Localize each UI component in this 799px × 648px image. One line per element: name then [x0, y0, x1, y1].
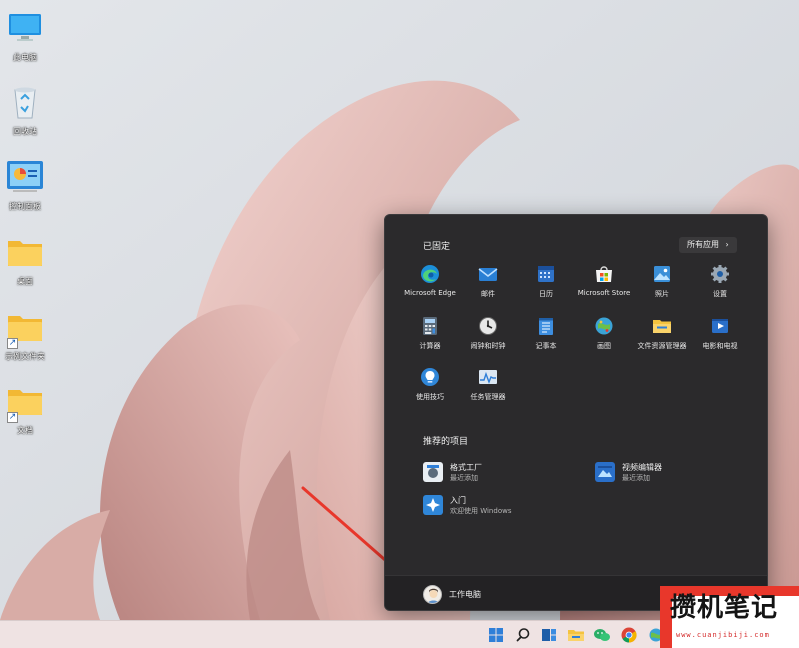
- recommended-item[interactable]: 入门欢迎使用 Windows: [423, 494, 573, 518]
- start-button[interactable]: [485, 624, 507, 646]
- pinned-app[interactable]: 使用技巧: [401, 366, 459, 402]
- recycle-bin-icon: [5, 82, 45, 122]
- pinned-section-title: 已固定: [423, 242, 451, 252]
- get-started-icon: [423, 495, 443, 515]
- pinned-app[interactable]: 邮件: [459, 263, 517, 299]
- all-apps-label: 所有应用: [687, 240, 719, 249]
- start-menu: 已固定 所有应用 › Microsoft Edge 邮件 日历 Microsoft S…: [384, 214, 768, 611]
- recommended-item-title: 入门: [450, 496, 466, 505]
- pinned-app-label: 电影和电视: [702, 342, 738, 350]
- calculator-icon: [419, 315, 441, 337]
- desktop-icon[interactable]: 控制面板: [0, 157, 50, 212]
- notepad-icon: [535, 315, 557, 337]
- chrome-icon[interactable]: [618, 624, 640, 646]
- pinned-app-label: 文件资源管理器: [637, 342, 687, 350]
- paint-icon: [593, 315, 615, 337]
- mail-icon: [477, 263, 499, 285]
- task-manager-icon: [477, 366, 499, 388]
- store-icon: [593, 263, 615, 285]
- tips-lightbulb-icon: [419, 366, 441, 388]
- watermark-url: www.cuanjibiji.com: [676, 631, 770, 639]
- desktop-icon-label: 此电脑: [13, 53, 37, 62]
- control-panel-icon: [5, 157, 45, 197]
- pinned-app-label: 闹钟和时钟: [470, 342, 506, 350]
- monitor-icon: [5, 8, 45, 48]
- pinned-app-label: 使用技巧: [416, 393, 444, 401]
- search-icon[interactable]: [512, 624, 534, 646]
- desktop-icon[interactable]: 回收站: [0, 82, 50, 137]
- pinned-app[interactable]: 闹钟和时钟: [459, 315, 517, 351]
- all-apps-button[interactable]: 所有应用 ›: [679, 237, 737, 253]
- desktop-icon-label: 回收站: [13, 127, 37, 136]
- watermark-logo: 攒机笔记 www.cuanjibiji.com: [660, 586, 799, 648]
- calendar-icon: [535, 263, 557, 285]
- desktop-icon-label: 控制面板: [9, 202, 41, 211]
- recommended-item-title: 格式工厂: [450, 463, 482, 472]
- pinned-app[interactable]: 记事本: [517, 315, 575, 351]
- user-avatar[interactable]: [423, 585, 442, 604]
- pinned-app[interactable]: 计算器: [401, 315, 459, 351]
- desktop-icon-label: 文档: [17, 426, 33, 435]
- pinned-app-label: 邮件: [481, 290, 495, 298]
- clock-icon: [477, 315, 499, 337]
- pinned-app-label: 任务管理器: [470, 393, 506, 401]
- pinned-app[interactable]: 日历: [517, 263, 575, 299]
- pinned-app-label: 照片: [655, 290, 669, 298]
- recommended-item-subtitle: 最近添加: [622, 474, 650, 482]
- recommended-item-subtitle: 最近添加: [450, 474, 478, 482]
- user-name[interactable]: 工作电脑: [449, 589, 481, 600]
- pinned-app-label: Microsoft Edge: [404, 289, 456, 297]
- recommended-item[interactable]: 视频编辑器 最近添加: [595, 461, 745, 485]
- settings-gear-icon: [709, 263, 731, 285]
- video-editor-icon: [595, 462, 615, 482]
- windows-logo-icon: [489, 628, 503, 642]
- wechat-icon[interactable]: [591, 624, 613, 646]
- recommended-item[interactable]: 格式工厂 最近添加: [423, 461, 573, 485]
- photos-icon: [651, 263, 673, 285]
- pinned-app[interactable]: 任务管理器: [459, 366, 517, 402]
- pinned-app-label: 设置: [713, 290, 727, 298]
- pinned-app[interactable]: 电影和电视: [691, 315, 749, 351]
- desktop-icon[interactable]: ↗ 示例文件夹: [0, 307, 50, 362]
- task-view-icon[interactable]: [538, 624, 560, 646]
- chevron-right-icon: ›: [725, 240, 729, 249]
- recommended-item-title: 视频编辑器: [622, 463, 662, 472]
- format-factory-icon: [423, 462, 443, 482]
- desktop-icon[interactable]: 桌面: [0, 232, 50, 287]
- pinned-app[interactable]: 画图: [575, 315, 633, 351]
- pinned-app[interactable]: 文件资源管理器: [633, 315, 691, 351]
- pinned-app-label: 日历: [539, 290, 553, 298]
- folder-icon: [5, 232, 45, 272]
- recommended-item-subtitle: 欢迎使用 Windows: [450, 507, 512, 515]
- pinned-app[interactable]: Microsoft Edge: [401, 263, 459, 297]
- movies-tv-icon: [709, 315, 731, 337]
- file-explorer-icon: [651, 315, 673, 337]
- file-explorer-icon[interactable]: [565, 624, 587, 646]
- desktop-icon[interactable]: 此电脑: [0, 8, 50, 63]
- desktop-icon-label: 桌面: [17, 277, 33, 286]
- watermark-text: 攒机笔记: [670, 593, 779, 623]
- desktop-icon[interactable]: ↗ 文档: [0, 381, 50, 436]
- shortcut-arrow-icon: ↗: [7, 412, 18, 423]
- pinned-app-label: Microsoft Store: [577, 289, 631, 297]
- pinned-app-label: 画图: [597, 342, 611, 350]
- pinned-app-label: 记事本: [535, 342, 557, 350]
- shortcut-arrow-icon: ↗: [7, 338, 18, 349]
- pinned-app-label: 计算器: [419, 342, 441, 350]
- folder-icon: ↗: [5, 381, 45, 423]
- recommended-section-title: 推荐的项目: [423, 437, 469, 447]
- desktop-icon-label: 示例文件夹: [5, 352, 45, 361]
- folder-icon: ↗: [5, 307, 45, 349]
- pinned-app[interactable]: 照片: [633, 263, 691, 299]
- edge-icon: [419, 263, 441, 285]
- pinned-app[interactable]: Microsoft Store: [575, 263, 633, 297]
- pinned-app[interactable]: 设置: [691, 263, 749, 299]
